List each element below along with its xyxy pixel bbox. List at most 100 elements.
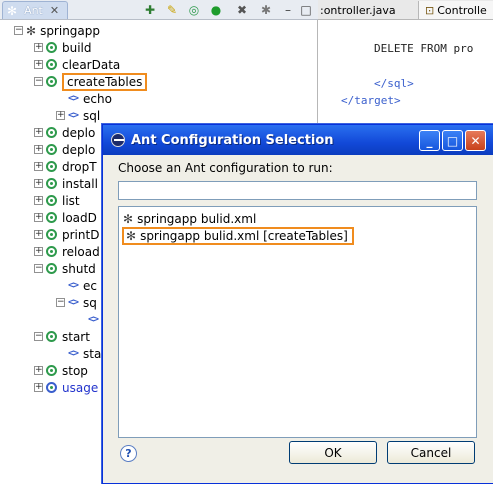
ant-view-titlebar: ✻ Ant ✕ ✚ ✎ ◎ ● ✖ ✱ – □ (0, 0, 318, 20)
dialog-title: Ant Configuration Selection (131, 132, 334, 148)
expand-icon[interactable]: + (34, 213, 43, 222)
tree-target-row[interactable]: + deplo (34, 124, 95, 141)
tree-target-row[interactable]: + loadD (34, 209, 97, 226)
tree-target-row[interactable]: + dropT (34, 158, 97, 175)
list-item-label: springapp bulid.xml (137, 212, 257, 226)
code-line: </target> (341, 94, 401, 107)
target-icon (46, 246, 57, 257)
eclipse-icon (111, 133, 125, 147)
expand-icon[interactable]: + (34, 162, 43, 171)
tree-target-row[interactable]: − shutd (34, 260, 96, 277)
ant-icon: ✻ (126, 229, 137, 243)
editor-tab-controller[interactable]: :ontroller.java (320, 1, 396, 19)
editor-tab-label: :ontroller.java (320, 3, 396, 17)
target-icon (46, 195, 57, 206)
tree-target-row[interactable]: + reload (34, 243, 100, 260)
tree-row-label: printD (62, 227, 100, 242)
tree-task-row[interactable]: + <> sql (56, 107, 100, 124)
tree-row-label: stop (62, 363, 88, 378)
help-button[interactable]: ? (120, 445, 137, 462)
list-item-selected[interactable]: ✻ springapp bulid.xml [createTables] (122, 227, 354, 245)
expand-icon[interactable]: + (56, 111, 65, 120)
minimize-icon[interactable]: – (280, 2, 296, 18)
hide-internal-targets-icon[interactable]: ◎ (186, 2, 202, 18)
stop-icon[interactable]: ✖ (234, 2, 250, 18)
tree-row-label: list (62, 193, 80, 208)
ant-configuration-dialog: Ant Configuration Selection _ □ ✕ Choose… (102, 124, 493, 484)
maximize-button[interactable]: □ (442, 130, 463, 151)
collapse-icon[interactable]: − (34, 77, 43, 86)
tree-task-row[interactable]: <> sta (56, 345, 101, 362)
tree-target-row[interactable]: − createTables (34, 72, 148, 91)
target-icon (46, 178, 57, 189)
ok-button[interactable]: OK (289, 441, 377, 464)
task-icon: <> (88, 314, 99, 325)
tree-task-row[interactable]: <> echo (56, 90, 112, 107)
close-button[interactable]: ✕ (465, 130, 486, 151)
tree-target-row[interactable]: − start (34, 328, 90, 345)
tree-row-label: shutd (62, 261, 96, 276)
tree-target-row[interactable]: + usage (34, 379, 98, 396)
tree-target-row[interactable]: + printD (34, 226, 99, 243)
target-icon (46, 365, 57, 376)
collapse-icon[interactable]: − (14, 26, 23, 35)
tree-target-row[interactable]: + build (34, 39, 92, 56)
add-buildfile-icon[interactable]: ✚ (142, 2, 158, 18)
tree-target-row[interactable]: + stop (34, 362, 88, 379)
tree-task-row[interactable]: − <> sq (56, 294, 97, 311)
close-icon[interactable]: ✕ (50, 4, 59, 17)
tree-row-label: loadD (62, 210, 97, 225)
target-icon (46, 127, 57, 138)
task-icon: <> (68, 280, 79, 291)
expand-icon[interactable]: + (34, 128, 43, 137)
run-icon[interactable]: ● (208, 2, 224, 18)
expand-icon[interactable]: + (34, 179, 43, 188)
maximize-icon[interactable]: □ (298, 2, 314, 18)
ant-icon: ✻ (123, 212, 134, 226)
remove-all-icon[interactable]: ✱ (258, 2, 274, 18)
expand-icon[interactable]: + (34, 196, 43, 205)
collapse-icon[interactable]: − (34, 264, 43, 273)
tree-target-row[interactable]: + list (34, 192, 80, 209)
expand-icon[interactable]: + (34, 383, 43, 392)
tree-row-label: reload (62, 244, 100, 259)
tree-root[interactable]: − ✻ springapp (14, 22, 100, 39)
tree-root-label: springapp (40, 23, 101, 38)
tree-target-row[interactable]: + deplo (34, 141, 95, 158)
ant-icon: ✻ (26, 23, 37, 38)
tree-row-label: install (62, 176, 98, 191)
tree-target-row[interactable]: + clearData (34, 56, 120, 73)
tree-task-row[interactable]: <> (76, 311, 103, 328)
tree-row-label: sql (83, 108, 101, 123)
target-icon (46, 229, 57, 240)
ant-view-tab[interactable]: ✻ Ant ✕ (2, 1, 68, 19)
target-icon (46, 76, 57, 87)
collapse-icon[interactable]: − (56, 298, 65, 307)
configuration-list[interactable]: ✻ springapp bulid.xml ✻ springapp bulid.… (118, 206, 477, 438)
expand-icon[interactable]: + (34, 247, 43, 256)
tree-task-row[interactable]: <> ec (56, 277, 97, 294)
dialog-titlebar[interactable]: Ant Configuration Selection _ □ ✕ (103, 125, 493, 155)
task-icon: <> (68, 348, 79, 359)
search-buildfiles-icon[interactable]: ✎ (164, 2, 180, 18)
cancel-button[interactable]: Cancel (387, 441, 475, 464)
list-item[interactable]: ✻ springapp bulid.xml (123, 210, 256, 228)
task-icon: <> (68, 110, 79, 121)
expand-icon[interactable]: + (34, 43, 43, 52)
expand-icon[interactable]: + (34, 145, 43, 154)
collapse-icon[interactable]: − (34, 332, 43, 341)
tree-row-label: clearData (62, 57, 121, 72)
filter-input[interactable] (118, 181, 477, 200)
target-icon (46, 144, 57, 155)
tree-row-label: deplo (62, 142, 96, 157)
minimize-button[interactable]: _ (419, 130, 440, 151)
editor-tab-controlle[interactable]: ⊡ Controlle (418, 1, 493, 19)
tree-target-row[interactable]: + install (34, 175, 98, 192)
editor-tab-label: Controlle (437, 3, 487, 17)
target-icon (46, 42, 57, 53)
code-line: DELETE FROM pro (374, 42, 474, 55)
expand-icon[interactable]: + (34, 230, 43, 239)
target-icon (46, 263, 57, 274)
expand-icon[interactable]: + (34, 60, 43, 69)
expand-icon[interactable]: + (34, 366, 43, 375)
